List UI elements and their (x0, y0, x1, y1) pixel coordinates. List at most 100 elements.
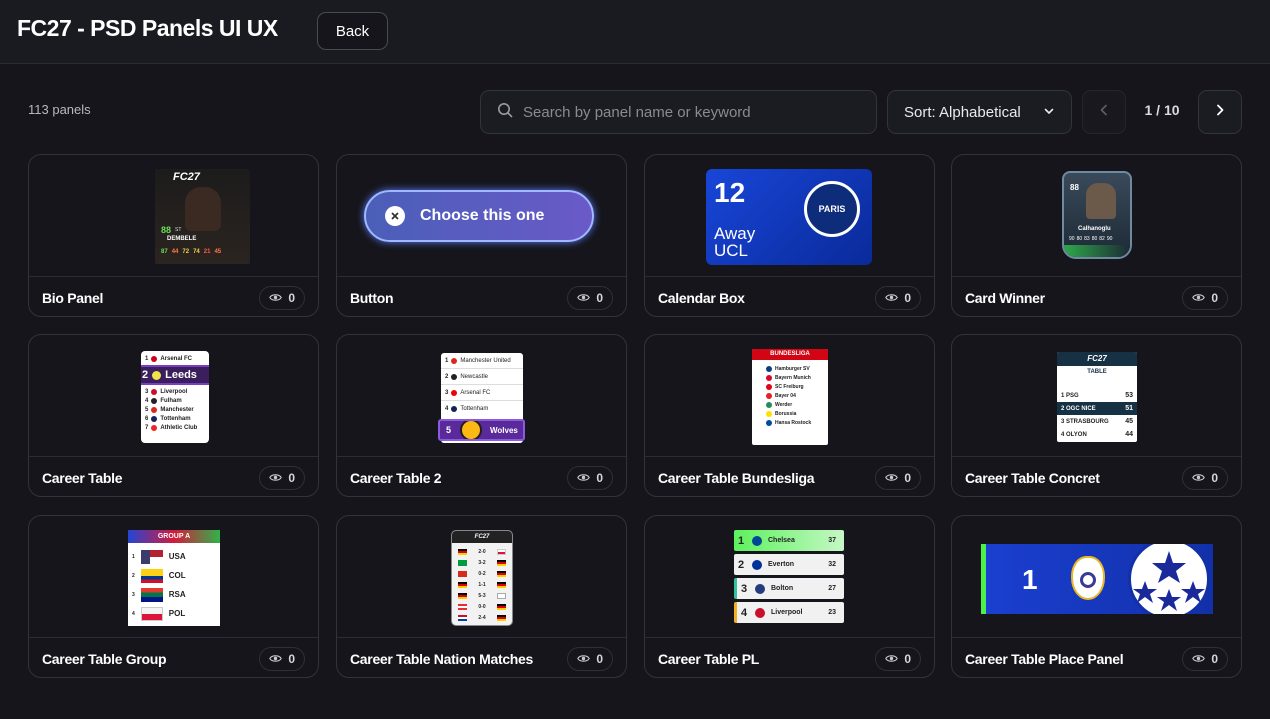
chevron-right-icon (1213, 103, 1227, 122)
panel-thumbnail: 1 Manchester United 2 Newcastle 3 Arsenal F… (337, 335, 626, 456)
match-row: 2-0 (458, 546, 506, 557)
eye-icon (1192, 291, 1206, 305)
stat-value: 44 (171, 249, 179, 255)
eye-icon (885, 291, 899, 305)
eye-icon (269, 652, 283, 666)
eye-icon (1192, 652, 1206, 666)
panel-card-bio[interactable]: FC27 88 ST DEMBELE 87 44 72 74 21 45 Bio… (28, 154, 319, 317)
panel-name: Career Table PL (658, 650, 760, 667)
table-row: 1 PSG 53 (1061, 392, 1133, 399)
panel-card-career-table-2[interactable]: 1 Manchester United 2 Newcastle 3 Arsenal F… (336, 334, 627, 497)
previous-page-button[interactable] (1082, 90, 1126, 134)
panel-card-career-table-place-panel[interactable]: 1 Career Table Place Panel 0 (951, 515, 1242, 678)
place-number: 1 (1022, 564, 1038, 595)
table-row-highlight: 2 Leeds (141, 365, 209, 385)
brand-logo: FC27 (1057, 352, 1137, 366)
panel-name: Career Table (42, 469, 123, 486)
table-row: 1 Chelsea 37 (734, 530, 844, 551)
search-box[interactable] (480, 90, 877, 134)
match-row: 5-3 (458, 590, 506, 601)
panel-card-button[interactable]: Choose this one Button 0 (336, 154, 627, 317)
panel-card-career-table-concret[interactable]: FC27 TABLE 1 PSG 53 2 OGC NICE 51 3 STRASB… (951, 334, 1242, 497)
stat-value: 90 (1106, 236, 1113, 242)
view-count-value: 0 (596, 470, 603, 485)
table-row: 3 STRASBOURG 45 (1061, 418, 1133, 425)
top-bar: FC27 - PSD Panels UI UX Back (0, 0, 1270, 64)
panel-card-career-table[interactable]: 1 Arsenal FC 2 Leeds 3 Liverpool 4 Fulham 5M… (28, 334, 319, 497)
sort-dropdown[interactable]: Sort: Alphabetical (887, 90, 1072, 134)
sort-label: Sort: Alphabetical (904, 103, 1021, 121)
wolves-crest (460, 421, 482, 439)
stat-value: 90 (1069, 236, 1075, 242)
page-title: FC27 - PSD Panels UI UX (17, 15, 278, 41)
table-row: Hansa Rostock (752, 418, 828, 427)
real-madrid-crest (1071, 556, 1105, 600)
panel-card-career-table-nation-matches[interactable]: FC27 2-0 3-2 0-2 1-1 5-3 0-0 2-4 Career … (336, 515, 627, 678)
table-row: 3 RSA (128, 585, 220, 604)
player-rating: 88 (161, 225, 172, 235)
panel-card-career-table-bundesliga[interactable]: BUNDESLIGA Hamburger SV Bayern Munich SC… (644, 334, 935, 497)
table-row: 1 USA (128, 547, 220, 566)
panel-name: Career Table Concret (965, 469, 1100, 486)
match-row: 2-4 (458, 612, 506, 623)
view-count-value: 0 (288, 470, 295, 485)
eye-icon (885, 471, 899, 485)
stat-value: 82 (1099, 236, 1105, 242)
view-count-value: 0 (904, 290, 911, 305)
table-row: 6 Tottenham (145, 415, 191, 422)
table-row: 3 Arsenal FC (441, 385, 523, 401)
search-input[interactable] (523, 103, 863, 121)
table-row: 1 Manchester United (441, 353, 523, 369)
eye-icon (269, 471, 283, 485)
panel-thumbnail: 1 Arsenal FC 2 Leeds 3 Liverpool 4 Fulham 5M… (29, 335, 318, 456)
view-count-value: 0 (288, 651, 295, 666)
search-icon (497, 102, 513, 123)
league-header: BUNDESLIGA (752, 349, 828, 360)
player-name: DEMBELE (167, 236, 197, 242)
view-count-value: 0 (904, 470, 911, 485)
back-button[interactable]: Back (317, 12, 388, 50)
eye-icon (885, 652, 899, 666)
table-row: Borussia (752, 409, 828, 418)
table-row: 1 Arsenal FC (145, 355, 193, 362)
stat-value: 21 (203, 249, 211, 255)
chevron-left-icon (1097, 103, 1111, 122)
view-count-value: 0 (904, 651, 911, 666)
table-row: 2 Everton 32 (734, 554, 844, 575)
table-title: TABLE (1087, 369, 1107, 375)
card-rating: 88 (1070, 183, 1079, 192)
stat-value: 80 (1076, 236, 1083, 242)
club-crest-name: PARIS (818, 204, 846, 214)
panel-thumbnail: FC27 2-0 3-2 0-2 1-1 5-3 0-0 2-4 (337, 516, 626, 637)
table-row: 7 Athletic Club (145, 424, 198, 431)
view-count: 0 (259, 646, 305, 671)
eye-icon (577, 471, 591, 485)
panel-card-calendar-box[interactable]: 12 Away UCL PARIS Calendar Box 0 (644, 154, 935, 317)
panel-name: Career Table Place Panel (965, 650, 1124, 667)
panel-card-career-table-group[interactable]: GROUP A 1 USA 2 COL 3 RSA 4 POL Career Table… (28, 515, 319, 678)
view-count: 0 (1182, 646, 1228, 671)
match-row: 1-1 (458, 579, 506, 590)
flag-icon (140, 587, 163, 602)
button-preview-label: Choose this one (420, 207, 545, 224)
view-count-value: 0 (1211, 290, 1218, 305)
view-count: 0 (567, 465, 613, 490)
table-row: 2 COL (128, 566, 220, 585)
club-crest: PARIS (804, 181, 860, 237)
stat-value: 74 (193, 249, 200, 255)
panel-thumbnail: 12 Away UCL PARIS (645, 155, 934, 276)
stat-value: 80 (1091, 236, 1098, 242)
next-page-button[interactable] (1198, 90, 1242, 134)
table-row-highlight: 2 OGC NICE 51 (1057, 402, 1137, 415)
panel-name: Career Table Nation Matches (350, 650, 534, 667)
panel-thumbnail: 88 Calhanoglu 90 80 83 80 82 90 (952, 155, 1241, 276)
view-count: 0 (259, 465, 305, 490)
flag-icon (140, 549, 163, 564)
flag-icon (140, 606, 163, 621)
table-row: Hamburger SV (752, 364, 828, 373)
panel-card-career-table-pl[interactable]: 1 Chelsea 37 2 Everton 32 3 Bolton 27 4 Liverpo… (644, 515, 935, 678)
panel-card-card-winner[interactable]: 88 Calhanoglu 90 80 83 80 82 90 Card Win… (951, 154, 1242, 317)
table-row: 2 Newcastle (441, 369, 523, 385)
panel-name: Career Table Bundesliga (658, 469, 815, 486)
panel-name: Bio Panel (42, 289, 104, 306)
